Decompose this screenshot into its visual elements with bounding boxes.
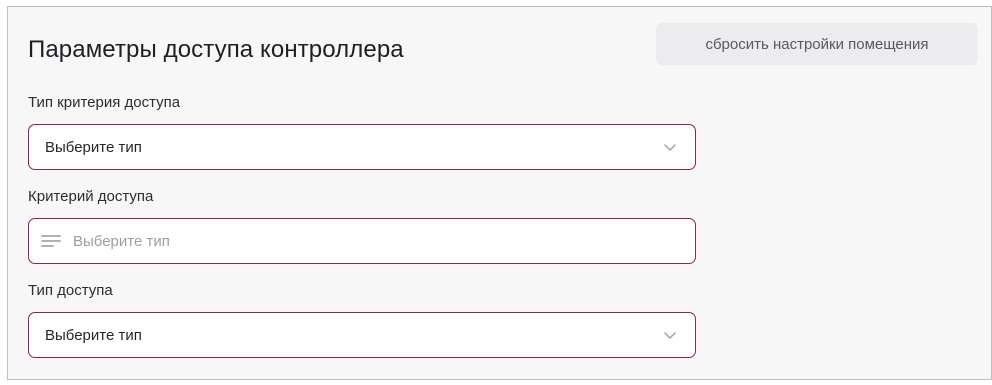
access-criterion-type-value: Выберите тип	[45, 138, 142, 156]
chevron-down-icon	[664, 144, 676, 151]
access-criterion-type-select[interactable]: Выберите тип	[28, 124, 696, 170]
access-criterion-type-label: Тип критерия доступа	[28, 94, 181, 111]
access-type-select[interactable]: Выберите тип	[28, 312, 696, 358]
chevron-down-icon	[664, 332, 676, 339]
page-title: Параметры доступа контроллера	[28, 36, 404, 63]
access-parameters-panel: Параметры доступа контроллера сбросить н…	[7, 6, 992, 380]
reset-room-settings-button[interactable]: сбросить настройки помещения	[656, 23, 978, 65]
list-lines-icon	[41, 235, 61, 247]
access-type-value: Выберите тип	[45, 326, 142, 344]
access-type-label: Тип доступа	[28, 282, 113, 299]
access-criterion-input[interactable]	[71, 231, 675, 251]
access-criterion-label: Критерий доступа	[28, 188, 154, 205]
access-criterion-field[interactable]	[28, 218, 696, 264]
